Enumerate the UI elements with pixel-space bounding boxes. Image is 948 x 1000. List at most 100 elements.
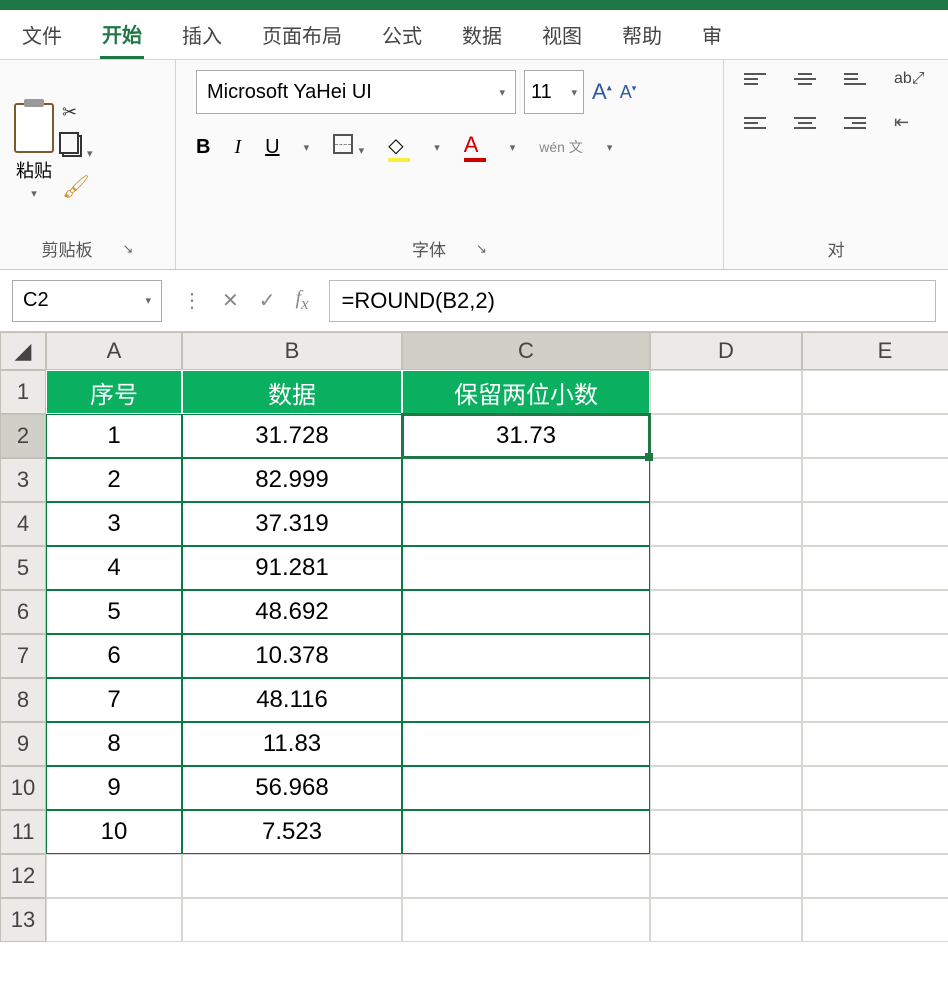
cell-D2[interactable] bbox=[650, 414, 802, 458]
cell-A3[interactable]: 2 bbox=[46, 458, 182, 502]
tab-help[interactable]: 帮助 bbox=[620, 12, 664, 57]
cell-C10[interactable] bbox=[402, 766, 650, 810]
cell-B4[interactable]: 37.319 bbox=[182, 502, 402, 546]
cell-C13[interactable] bbox=[402, 898, 650, 942]
cell-C7[interactable] bbox=[402, 634, 650, 678]
cell-B8[interactable]: 48.116 bbox=[182, 678, 402, 722]
cell-A1[interactable]: 序号 bbox=[46, 370, 182, 414]
cell-E2[interactable] bbox=[802, 414, 948, 458]
cell-D5[interactable] bbox=[650, 546, 802, 590]
col-header-E[interactable]: E bbox=[802, 332, 948, 370]
decrease-font-button[interactable]: A▾ bbox=[620, 82, 637, 103]
cell-B5[interactable]: 91.281 bbox=[182, 546, 402, 590]
dialog-launcher-icon[interactable]: ↘ bbox=[476, 241, 487, 257]
cell-E3[interactable] bbox=[802, 458, 948, 502]
col-header-A[interactable]: A bbox=[46, 332, 182, 370]
tab-data[interactable]: 数据 bbox=[460, 12, 504, 57]
cell-C9[interactable] bbox=[402, 722, 650, 766]
row-header-5[interactable]: 5 bbox=[0, 546, 46, 590]
row-header-8[interactable]: 8 bbox=[0, 678, 46, 722]
cell-E5[interactable] bbox=[802, 546, 948, 590]
decrease-indent-button[interactable]: ⇤ bbox=[894, 112, 909, 133]
col-header-C[interactable]: C bbox=[402, 332, 650, 370]
row-header-7[interactable]: 7 bbox=[0, 634, 46, 678]
cell-E7[interactable] bbox=[802, 634, 948, 678]
row-header-1[interactable]: 1 bbox=[0, 370, 46, 414]
tab-home[interactable]: 开始 bbox=[100, 11, 144, 59]
cell-A13[interactable] bbox=[46, 898, 182, 942]
cell-E9[interactable] bbox=[802, 722, 948, 766]
align-center-button[interactable] bbox=[794, 117, 816, 129]
cell-C2[interactable]: 31.73 bbox=[402, 414, 650, 458]
cell-B1[interactable]: 数据 bbox=[182, 370, 402, 414]
align-right-button[interactable] bbox=[844, 117, 866, 129]
borders-button[interactable]: ▾ bbox=[333, 134, 364, 160]
dialog-launcher-icon[interactable]: ↘ bbox=[123, 241, 134, 257]
fill-handle[interactable] bbox=[645, 453, 653, 461]
fill-color-button[interactable]: ◇ bbox=[388, 133, 410, 162]
format-painter-button[interactable]: 🖌 bbox=[62, 174, 93, 200]
cell-A4[interactable]: 3 bbox=[46, 502, 182, 546]
row-header-9[interactable]: 9 bbox=[0, 722, 46, 766]
row-header-6[interactable]: 6 bbox=[0, 590, 46, 634]
cell-B9[interactable]: 11.83 bbox=[182, 722, 402, 766]
underline-button[interactable]: U bbox=[265, 136, 279, 159]
cancel-button[interactable]: ✕ bbox=[222, 288, 239, 313]
row-header-2[interactable]: 2 bbox=[0, 414, 46, 458]
cell-A6[interactable]: 5 bbox=[46, 590, 182, 634]
cell-D9[interactable] bbox=[650, 722, 802, 766]
cell-C11[interactable] bbox=[402, 810, 650, 854]
cell-C3[interactable] bbox=[402, 458, 650, 502]
row-header-13[interactable]: 13 bbox=[0, 898, 46, 942]
tab-formulas[interactable]: 公式 bbox=[380, 12, 424, 57]
row-header-4[interactable]: 4 bbox=[0, 502, 46, 546]
formula-input[interactable]: =ROUND(B2,2) bbox=[329, 280, 937, 322]
row-header-11[interactable]: 11 bbox=[0, 810, 46, 854]
orientation-button[interactable]: ab⤢ bbox=[894, 70, 925, 88]
cell-E13[interactable] bbox=[802, 898, 948, 942]
cell-E12[interactable] bbox=[802, 854, 948, 898]
cell-A8[interactable]: 7 bbox=[46, 678, 182, 722]
cell-A10[interactable]: 9 bbox=[46, 766, 182, 810]
cell-D1[interactable] bbox=[650, 370, 802, 414]
tab-insert[interactable]: 插入 bbox=[180, 12, 224, 57]
cell-D10[interactable] bbox=[650, 766, 802, 810]
tab-view[interactable]: 视图 bbox=[540, 12, 584, 57]
cell-C5[interactable] bbox=[402, 546, 650, 590]
cell-B12[interactable] bbox=[182, 854, 402, 898]
cell-C1[interactable]: 保留两位小数 bbox=[402, 370, 650, 414]
cut-button[interactable]: ✂ bbox=[62, 102, 93, 123]
col-header-D[interactable]: D bbox=[650, 332, 802, 370]
italic-button[interactable]: I bbox=[234, 136, 241, 159]
paste-button[interactable]: 粘贴 ▾ bbox=[14, 70, 54, 232]
font-size-select[interactable]: 11▾ bbox=[524, 70, 584, 114]
row-header-12[interactable]: 12 bbox=[0, 854, 46, 898]
font-color-button[interactable]: A bbox=[464, 132, 486, 162]
cell-E6[interactable] bbox=[802, 590, 948, 634]
cell-D3[interactable] bbox=[650, 458, 802, 502]
cell-E11[interactable] bbox=[802, 810, 948, 854]
cell-A11[interactable]: 10 bbox=[46, 810, 182, 854]
cell-D7[interactable] bbox=[650, 634, 802, 678]
cell-D11[interactable] bbox=[650, 810, 802, 854]
cell-B10[interactable]: 56.968 bbox=[182, 766, 402, 810]
increase-font-button[interactable]: A▴ bbox=[592, 79, 612, 105]
col-header-B[interactable]: B bbox=[182, 332, 402, 370]
align-top-button[interactable] bbox=[744, 73, 766, 85]
align-bottom-button[interactable] bbox=[844, 73, 866, 85]
cell-A5[interactable]: 4 bbox=[46, 546, 182, 590]
cell-E1[interactable] bbox=[802, 370, 948, 414]
cell-B7[interactable]: 10.378 bbox=[182, 634, 402, 678]
cell-B13[interactable] bbox=[182, 898, 402, 942]
cell-E10[interactable] bbox=[802, 766, 948, 810]
name-box[interactable]: C2▾ bbox=[12, 280, 162, 322]
align-middle-button[interactable] bbox=[794, 73, 816, 85]
cell-A9[interactable]: 8 bbox=[46, 722, 182, 766]
phonetic-button[interactable]: wén 文 bbox=[539, 137, 583, 157]
cell-B3[interactable]: 82.999 bbox=[182, 458, 402, 502]
cell-B2[interactable]: 31.728 bbox=[182, 414, 402, 458]
row-header-10[interactable]: 10 bbox=[0, 766, 46, 810]
cell-D8[interactable] bbox=[650, 678, 802, 722]
cell-E4[interactable] bbox=[802, 502, 948, 546]
tab-pagelayout[interactable]: 页面布局 bbox=[260, 12, 344, 57]
